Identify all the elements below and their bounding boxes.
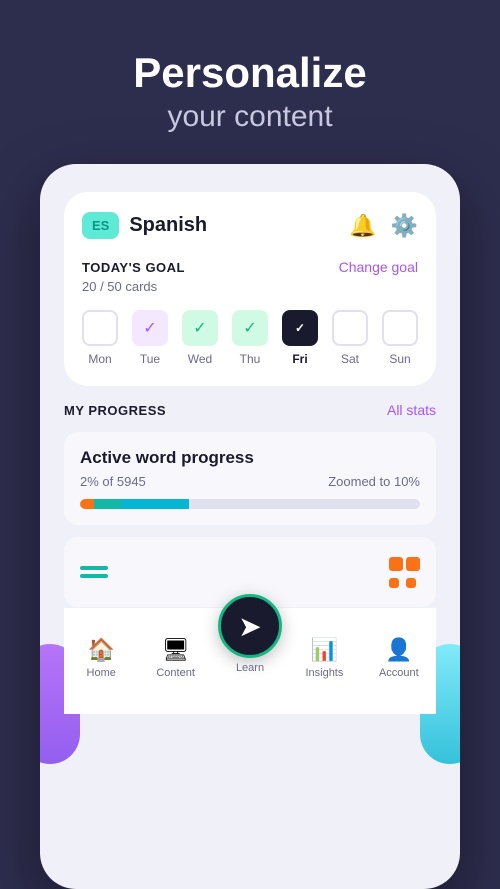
day-tracker: Mon ✓ Tue ✓ Wed ✓ Thu ✓ Fri [82,310,418,366]
word-progress-card: Active word progress 2% of 5945 Zoomed t… [64,432,436,525]
day-label-tue: Tue [140,352,160,366]
word-percentage: 2% of 5945 [80,474,146,489]
header-title: Personalize [30,50,470,96]
day-box-tue: ✓ [132,310,168,346]
ogrid-4 [406,578,416,588]
progress-bar [80,499,420,509]
day-label-mon: Mon [88,352,111,366]
language-badge: ES [82,212,119,239]
zoom-label: Zoomed to 10% [328,474,420,489]
ogrid-2 [406,557,420,571]
language-header: ES Spanish 🔔 ⚙️ [82,212,418,239]
day-box-sun [382,310,418,346]
bottom-nav: 🏠 Home 🖥 Content ➤ Learn 📊 Insights 👤 Ac… [64,607,436,714]
lang-left: ES Spanish [82,212,207,239]
day-box-wed: ✓ [182,310,218,346]
language-icons: 🔔 ⚙️ [349,213,418,239]
day-label-thu: Thu [240,352,261,366]
day-sun: Sun [382,310,418,366]
nav-home-label: Home [87,667,116,679]
day-mon: Mon [82,310,118,366]
hline-1 [80,566,108,570]
bar-orange [80,499,94,509]
language-name: Spanish [129,214,207,237]
progress-header: MY PROGRESS All stats [64,402,436,418]
day-label-sat: Sat [341,352,359,366]
insights-icon: 📊 [311,637,338,663]
ogrid-1 [389,557,403,571]
hamburger-icon [80,566,108,578]
day-fri: ✓ Fri [282,310,318,366]
nav-content-label: Content [156,667,195,679]
nav-home[interactable]: 🏠 Home [64,637,138,679]
day-sat: Sat [332,310,368,366]
phone-mockup: ES Spanish 🔔 ⚙️ TODAY'S GOAL Change goal… [40,164,460,889]
day-label-sun: Sun [389,352,410,366]
ogrid-3 [389,578,399,588]
day-box-sat [332,310,368,346]
progress-section: MY PROGRESS All stats Active word progre… [64,402,436,607]
progress-title: MY PROGRESS [64,403,166,418]
orange-grid-icon [389,557,420,588]
nav-account-label: Account [379,667,419,679]
all-stats-link[interactable]: All stats [387,402,436,418]
home-icon: 🏠 [88,637,115,663]
learn-fab[interactable]: ➤ [218,594,282,658]
hline-2 [80,574,108,578]
nav-learn-label: Learn [236,662,264,674]
header-subtitle: your content [30,100,470,134]
word-stats-row: 2% of 5945 Zoomed to 10% [80,474,420,489]
day-tue: ✓ Tue [132,310,168,366]
day-wed: ✓ Wed [182,310,218,366]
nav-account[interactable]: 👤 Account [362,637,436,679]
settings-icon[interactable]: ⚙️ [391,213,418,239]
nav-learn[interactable]: ➤ Learn [213,594,287,674]
day-box-mon [82,310,118,346]
goal-header: TODAY'S GOAL Change goal [82,259,418,275]
learn-fab-icon: ➤ [238,610,261,643]
header-section: Personalize your content [0,0,500,164]
bar-cyan [121,499,189,509]
day-box-fri: ✓ [282,310,318,346]
day-box-thu: ✓ [232,310,268,346]
app-content: ES Spanish 🔔 ⚙️ TODAY'S GOAL Change goal… [64,192,436,386]
nav-content[interactable]: 🖥 Content [138,637,212,679]
bar-teal [94,499,121,509]
nav-insights-label: Insights [305,667,343,679]
goal-section: TODAY'S GOAL Change goal 20 / 50 cards [82,259,418,294]
bell-icon[interactable]: 🔔 [349,213,376,239]
change-goal-button[interactable]: Change goal [339,259,418,275]
day-label-wed: Wed [188,352,212,366]
day-label-fri: Fri [292,352,307,366]
day-thu: ✓ Thu [232,310,268,366]
goal-count: 20 / 50 cards [82,279,418,294]
word-card-title: Active word progress [80,448,420,468]
nav-insights[interactable]: 📊 Insights [287,637,361,679]
goal-title: TODAY'S GOAL [82,260,185,275]
account-icon: 👤 [385,637,412,663]
content-icon: 🖥 [162,637,190,663]
